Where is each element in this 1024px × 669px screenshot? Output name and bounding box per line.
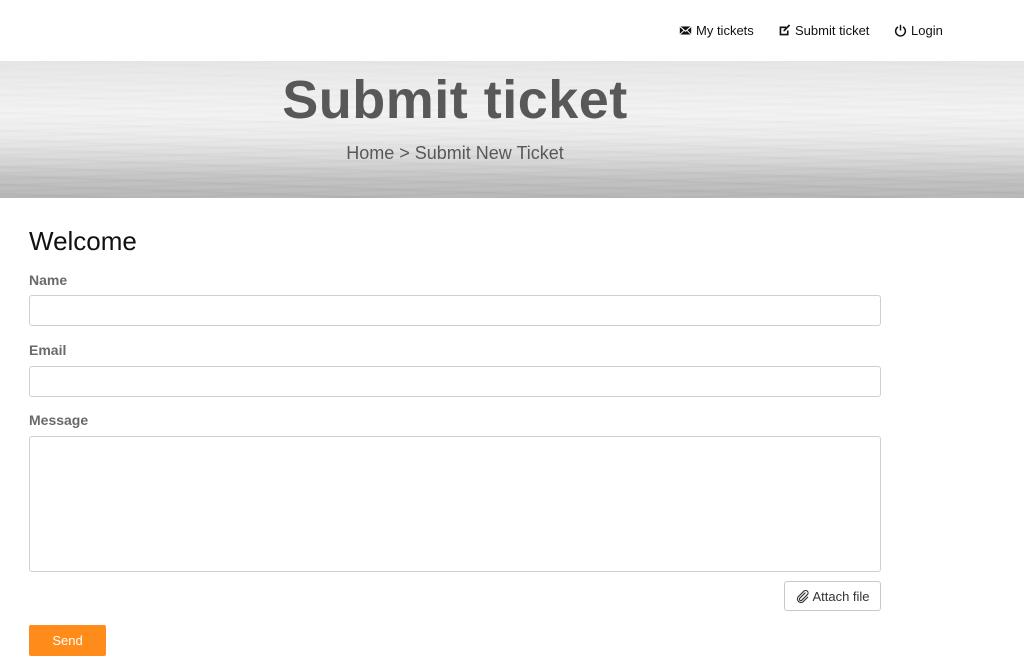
nav-login[interactable]: Login <box>894 21 943 39</box>
message-label: Message <box>29 412 89 428</box>
attach-file-button[interactable]: Attach file <box>784 581 881 611</box>
form-heading: Welcome <box>29 226 137 256</box>
top-navigation: My tickets Submit ticket Login <box>0 0 1024 61</box>
nav-submit-ticket[interactable]: Submit ticket <box>778 21 869 39</box>
message-field[interactable] <box>29 436 881 572</box>
nav-my-tickets[interactable]: My tickets <box>679 21 754 39</box>
email-field[interactable] <box>29 366 881 397</box>
attach-file-label: Attach file <box>812 588 870 604</box>
hero-banner: Submit ticket Home > Submit New Ticket <box>0 61 1024 198</box>
paperclip-icon <box>795 589 809 603</box>
page-title: Submit ticket <box>282 70 628 130</box>
send-button[interactable]: Send <box>29 625 106 656</box>
name-label: Name <box>29 272 68 288</box>
nav-my-tickets-label: My tickets <box>696 22 754 38</box>
edit-icon <box>778 23 791 37</box>
name-field[interactable] <box>29 295 881 326</box>
breadcrumb: Home > Submit New Ticket <box>346 143 564 163</box>
envelope-icon <box>679 24 692 37</box>
nav-login-label: Login <box>911 22 943 38</box>
nav-submit-ticket-label: Submit ticket <box>795 22 870 38</box>
email-label: Email <box>29 342 67 358</box>
power-icon <box>894 24 907 37</box>
